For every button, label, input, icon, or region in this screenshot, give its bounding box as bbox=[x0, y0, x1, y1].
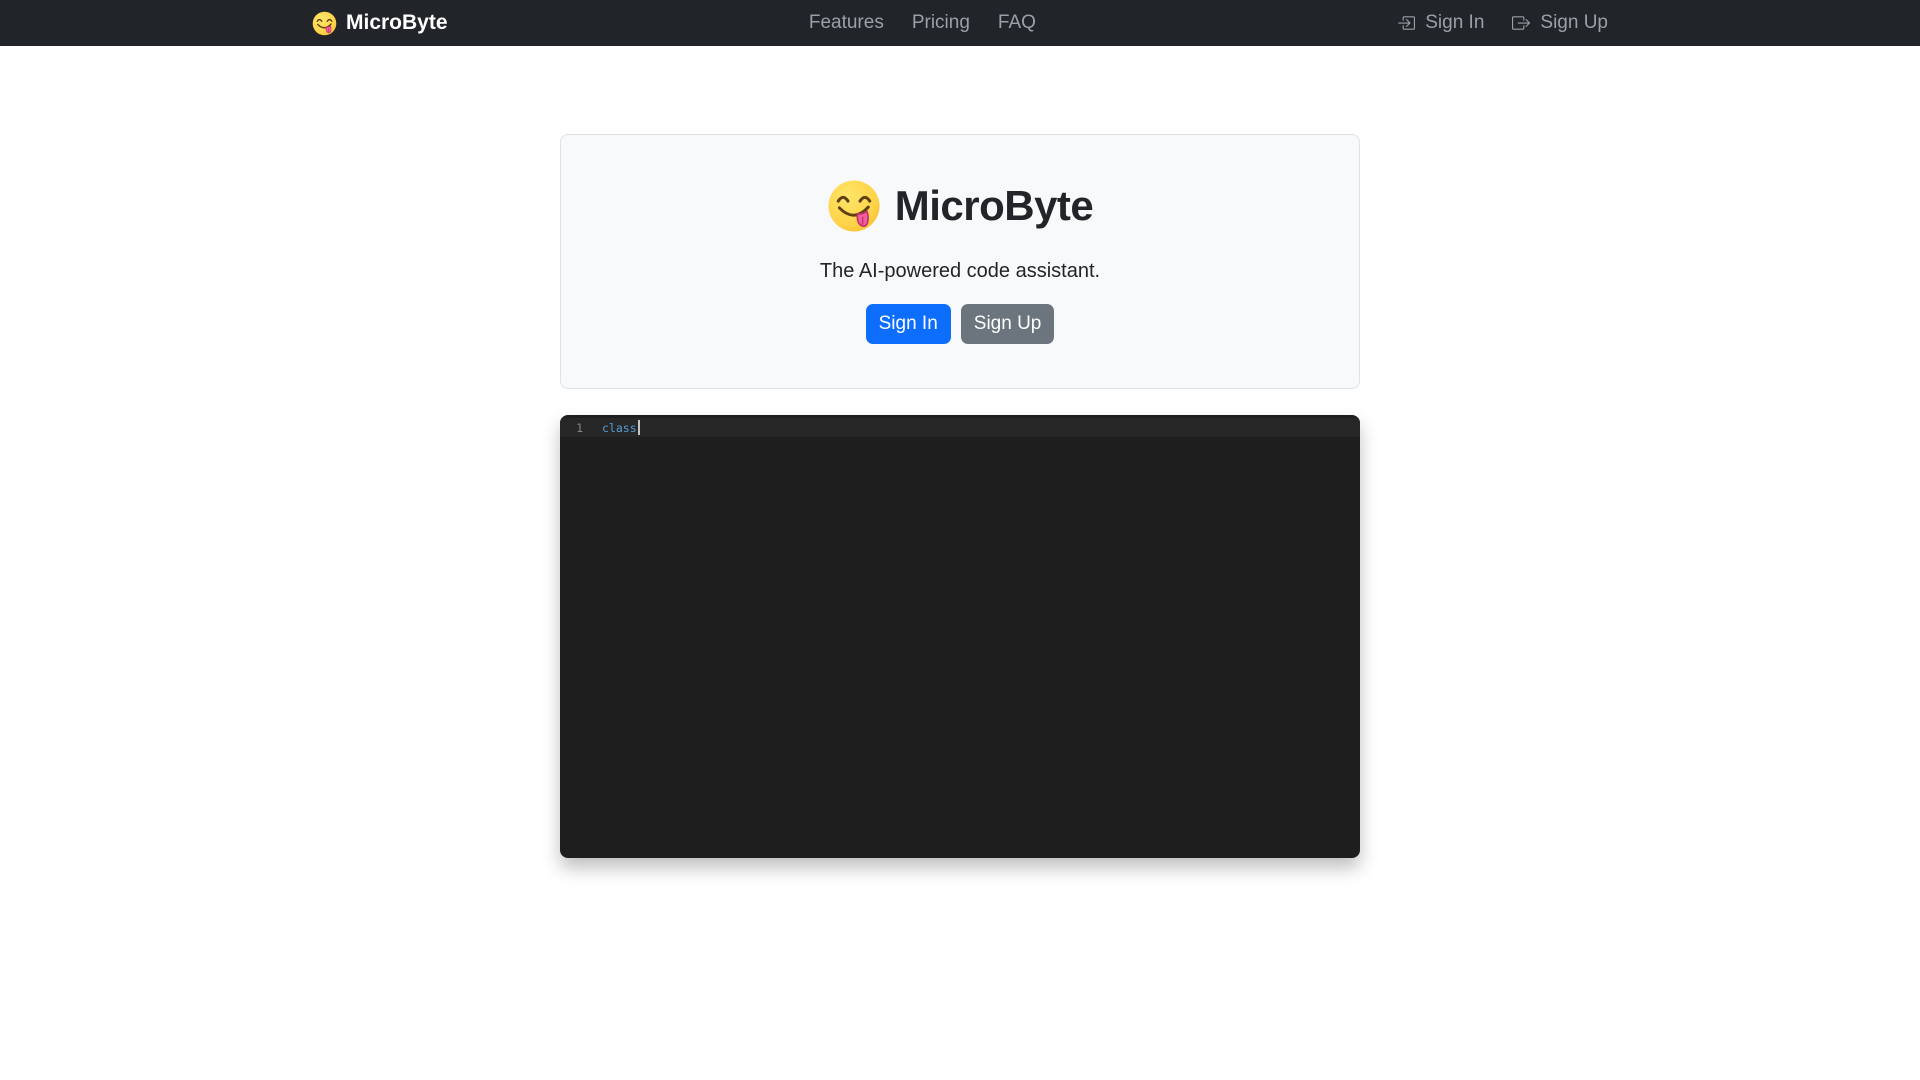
hero-buttons: Sign In Sign Up bbox=[581, 304, 1339, 344]
code-keyword: class bbox=[602, 421, 637, 435]
code-editor[interactable]: 1 class bbox=[560, 415, 1360, 858]
brand-name: MicroByte bbox=[346, 11, 448, 35]
page: MicroByte Features Pricing FAQ Sign In S… bbox=[0, 0, 1920, 858]
page-title: MicroByte bbox=[895, 181, 1094, 231]
sign-in-icon bbox=[1397, 14, 1415, 32]
nav-sign-up-label: Sign Up bbox=[1540, 12, 1608, 34]
hero-title-row: MicroByte bbox=[581, 179, 1339, 233]
top-navbar: MicroByte Features Pricing FAQ Sign In S… bbox=[0, 0, 1920, 46]
nav-link-pricing[interactable]: Pricing bbox=[898, 12, 984, 34]
brand-logo[interactable]: MicroByte bbox=[312, 11, 448, 36]
editor-current-line: 1 class bbox=[560, 418, 1360, 437]
nav-link-features[interactable]: Features bbox=[795, 12, 898, 34]
nav-links: Features Pricing FAQ bbox=[795, 12, 1050, 34]
sign-up-button[interactable]: Sign Up bbox=[961, 304, 1055, 344]
hero-tagline: The AI-powered code assistant. bbox=[581, 259, 1339, 283]
nav-auth-links: Sign In Sign Up bbox=[1397, 12, 1608, 34]
tongue-out-emoji-icon bbox=[827, 179, 881, 233]
nav-link-faq[interactable]: FAQ bbox=[984, 12, 1050, 34]
editor-cursor bbox=[638, 420, 640, 435]
sign-in-button[interactable]: Sign In bbox=[866, 304, 951, 344]
nav-sign-up-link[interactable]: Sign Up bbox=[1512, 12, 1608, 34]
tongue-out-emoji-icon bbox=[312, 11, 337, 36]
nav-sign-in-link[interactable]: Sign In bbox=[1397, 12, 1484, 34]
line-number: 1 bbox=[560, 421, 583, 435]
nav-sign-in-label: Sign In bbox=[1425, 12, 1484, 34]
sign-up-icon bbox=[1512, 14, 1530, 32]
hero-card: MicroByte The AI-powered code assistant.… bbox=[560, 134, 1360, 389]
navbar-container: MicroByte Features Pricing FAQ Sign In S… bbox=[312, 0, 1608, 46]
